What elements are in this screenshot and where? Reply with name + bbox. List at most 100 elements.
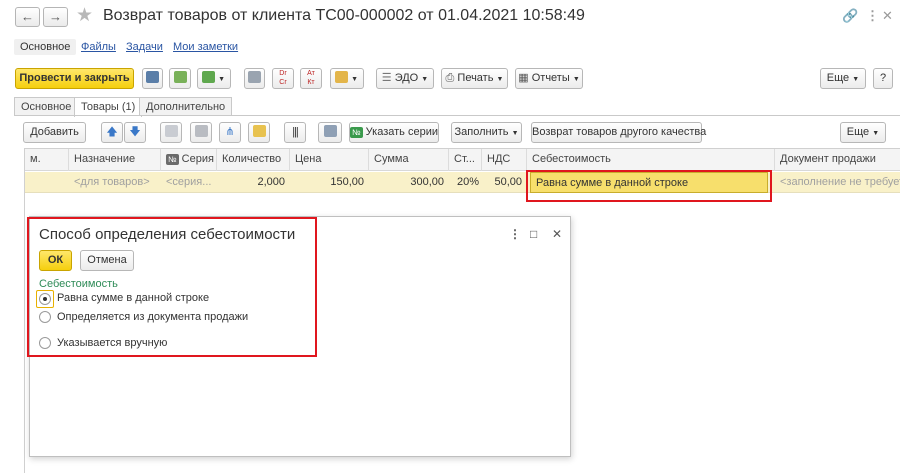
paste-icon	[194, 125, 208, 137]
reports-button[interactable]: ▦ Отчеты ▼	[515, 68, 583, 89]
chevron-down-icon: ▼	[496, 76, 504, 83]
edo-button[interactable]: ☰ ЭДО ▼	[376, 68, 434, 89]
link-icon[interactable]: 🔗	[842, 8, 858, 24]
col-quantity[interactable]: Количество	[217, 149, 290, 171]
dialog-maximize-icon[interactable]: □	[530, 227, 537, 241]
col-series[interactable]: № Серия	[161, 149, 217, 171]
return-other-quality-button[interactable]: Возврат товаров другого качества	[531, 122, 706, 143]
move-up-button[interactable]: 🡅	[101, 122, 123, 143]
table-icon-button[interactable]	[318, 122, 342, 143]
page-title: Возврат товаров от клиента ТС00-000002 о…	[103, 7, 585, 24]
chevron-down-icon: ▼	[218, 76, 225, 83]
cell-price[interactable]: 150,00	[290, 172, 369, 193]
print-label: Печать	[457, 72, 494, 84]
close-icon[interactable]: ✕	[882, 8, 893, 24]
at-kt-button[interactable]: Ат Кт	[300, 68, 322, 89]
col-unit[interactable]: м.	[25, 149, 69, 171]
add-button[interactable]: Добавить	[23, 122, 86, 143]
tab-main[interactable]: Основное	[14, 97, 79, 116]
table-icon	[323, 125, 337, 137]
cell-vat[interactable]: 50,00	[482, 172, 527, 193]
cell-unit[interactable]	[25, 172, 69, 193]
print-button[interactable]: ⎙ Печать ▼	[441, 68, 508, 89]
chevron-down-icon: ▼	[421, 76, 429, 83]
tab-goods[interactable]: Товары (1)	[74, 97, 143, 117]
col-cost[interactable]: Себестоимость	[527, 149, 775, 171]
more-button[interactable]: Еще ▼	[820, 68, 866, 89]
table-more-button[interactable]: Еще ▼	[840, 122, 886, 143]
reports-label: Отчеты	[531, 72, 570, 84]
chevron-down-icon: ▼	[572, 76, 580, 83]
chevron-down-icon: ▼	[852, 76, 860, 83]
arrow-left-icon: ←	[21, 9, 34, 24]
nav-my-notes[interactable]: Мои заметки	[173, 39, 238, 53]
annotation-frame-dialog	[27, 217, 317, 357]
nav-tasks[interactable]: Задачи	[126, 39, 163, 53]
dialog-close-icon[interactable]: ✕	[552, 227, 562, 241]
col-price[interactable]: Цена	[290, 149, 369, 171]
dt-kt-button[interactable]: Dr Cr	[272, 68, 294, 89]
arrow-up-icon: 🡅	[106, 126, 118, 138]
list-button[interactable]	[244, 68, 265, 89]
series-badge-icon: №	[166, 154, 179, 165]
col-vat[interactable]: НДС	[482, 149, 527, 171]
post-icon	[173, 71, 187, 83]
save-button[interactable]	[142, 68, 163, 89]
col-purpose[interactable]: Назначение	[69, 149, 161, 171]
back-button[interactable]: ←	[15, 7, 40, 27]
specify-series-button[interactable]: № Указать серии	[349, 122, 439, 143]
edo-label: ЭДО	[394, 72, 419, 84]
barcode-button[interactable]: |||	[284, 122, 306, 143]
title-bar: ← → ★ Возврат товаров от клиента ТС00-00…	[0, 0, 900, 36]
move-down-button[interactable]: 🡇	[124, 122, 146, 143]
series-icon: №	[350, 127, 363, 138]
cell-sale-document[interactable]: <заполнение не требует	[775, 172, 900, 193]
paste-button[interactable]	[190, 122, 212, 143]
tab-divider	[14, 115, 900, 116]
pick-button[interactable]	[248, 122, 270, 143]
copy-button[interactable]	[160, 122, 182, 143]
pick-icon	[252, 125, 266, 137]
fill-label: Заполнить	[454, 126, 509, 138]
table-more-label: Еще	[846, 126, 870, 138]
chevron-down-icon: ▼	[511, 130, 519, 137]
attachments-button[interactable]: ▼	[330, 68, 364, 89]
edo-icon: ☰	[381, 72, 392, 84]
cell-quantity[interactable]: 2,000	[217, 172, 290, 193]
split-button[interactable]: ⋔	[219, 122, 241, 143]
printer-icon: ⎙	[445, 72, 455, 84]
help-button[interactable]: ?	[873, 68, 893, 89]
forward-button[interactable]: →	[43, 7, 68, 27]
list-icon	[248, 71, 261, 83]
dt-kt-icon: Dr Cr	[279, 70, 287, 86]
arrow-right-icon: →	[49, 9, 62, 24]
create-based-on-icon	[202, 71, 215, 83]
copy-icon	[164, 125, 178, 137]
specify-series-label: Указать серии	[365, 126, 438, 138]
split-icon: ⋔	[225, 126, 235, 138]
col-series-label: Серия	[181, 153, 214, 165]
chevron-down-icon: ▼	[872, 130, 880, 137]
post-and-close-button[interactable]: Провести и закрыть	[15, 68, 134, 89]
col-sum[interactable]: Сумма	[369, 149, 449, 171]
nav-files[interactable]: Файлы	[81, 39, 116, 53]
arrow-down-icon: 🡇	[129, 126, 141, 138]
more-icon[interactable]: ⋮	[866, 8, 879, 24]
fill-button[interactable]: Заполнить ▼	[451, 122, 522, 143]
col-rate[interactable]: Ст...	[449, 149, 482, 171]
post-button[interactable]	[169, 68, 191, 89]
cell-rate[interactable]: 20%	[449, 172, 482, 193]
tab-additional[interactable]: Дополнительно	[139, 97, 233, 116]
annotation-frame-cost	[526, 170, 772, 202]
cell-purpose[interactable]: <для товаров>	[69, 172, 161, 193]
create-based-on-button[interactable]: ▼	[197, 68, 231, 89]
dialog-more-icon[interactable]: ⋮	[509, 227, 521, 241]
cell-series[interactable]: <серия...	[161, 172, 217, 193]
cell-sum[interactable]: 300,00	[369, 172, 449, 193]
more-label: Еще	[826, 72, 850, 84]
nav-main[interactable]: Основное	[14, 39, 77, 55]
star-icon[interactable]: ★	[76, 5, 93, 27]
reports-icon: ▦	[518, 72, 529, 84]
table-header: м. Назначение № Серия Количество Цена Су…	[25, 149, 900, 171]
col-sale-document[interactable]: Документ продажи	[775, 149, 900, 171]
